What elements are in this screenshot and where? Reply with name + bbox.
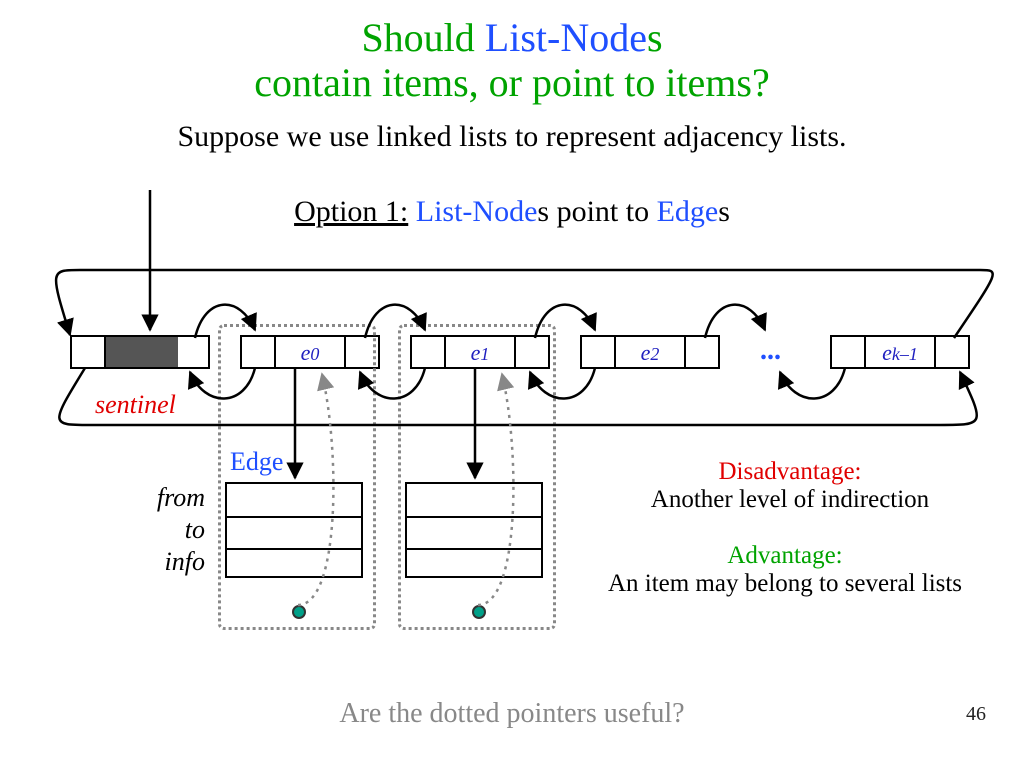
subtitle: Suppose we use linked lists to represent… [0, 120, 1024, 154]
advantage-block: Advantage: An item may belong to several… [585, 542, 985, 598]
disadvantage-text: Another level of indirection [600, 486, 980, 514]
option-b2: s [718, 195, 730, 228]
page-number: 46 [966, 703, 986, 726]
option-prefix: Option 1: [294, 195, 408, 228]
advantage-text: An item may belong to several lists [585, 570, 985, 598]
disadvantage-block: Disadvantage: Another level of indirecti… [600, 458, 980, 514]
footer-question: Are the dotted pointers useful? [0, 698, 1024, 730]
disadvantage-heading: Disadvantage: [600, 458, 980, 486]
option-a2: s [537, 195, 549, 228]
diagram-area: e0 e1 e2 ek–1 ... sentinel Edge from to … [40, 250, 984, 710]
option-b: Edge [657, 195, 719, 228]
title-w1: Should [361, 15, 484, 60]
option-heading: Option 1: List-Nodes point to Edges [0, 195, 1024, 229]
advantage-heading: Advantage: [585, 542, 985, 570]
option-a: List-Node [408, 195, 537, 228]
title-w3: s [647, 15, 663, 60]
title-w2: List-Node [485, 15, 647, 60]
slide-title: Should List-Nodes contain items, or poin… [0, 16, 1024, 106]
option-mid: point to [549, 195, 657, 228]
title-line2: contain items, or point to items? [254, 60, 769, 105]
